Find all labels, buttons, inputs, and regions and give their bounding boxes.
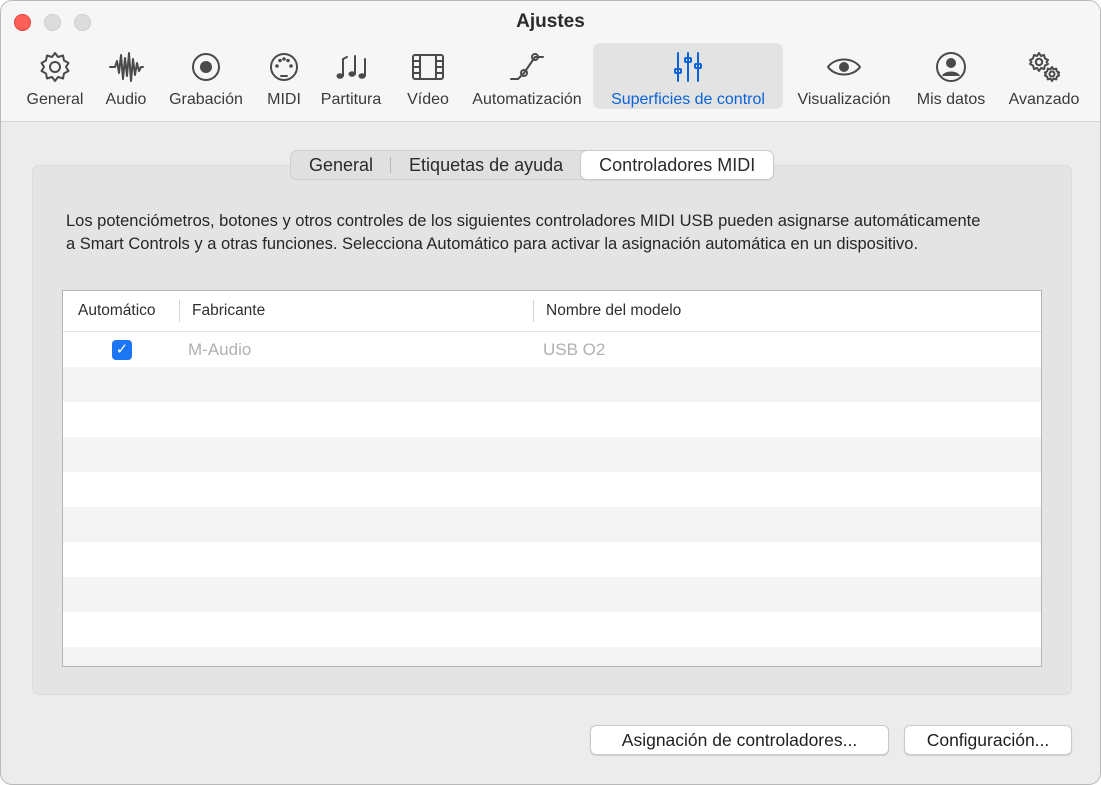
column-divider [533,300,534,322]
toolbar-item-display[interactable]: Visualización [789,43,899,109]
toolbar-item-label: MIDI [267,91,301,108]
waveform-icon [109,52,144,82]
column-header-manufacturer[interactable]: Fabricante [192,291,265,331]
settings-window: Ajustes General Audio Grabación MIDI Par… [0,0,1101,785]
column-header-model-name[interactable]: Nombre del modelo [546,291,681,331]
toolbar-item-label: Vídeo [407,91,449,108]
music-notes-icon [336,55,366,79]
toolbar-item-label: Avanzado [1008,91,1080,108]
setup-button[interactable]: Configuración... [904,725,1072,755]
toolbar-item-recording[interactable]: Grabación [161,43,251,109]
table-header: Automático Fabricante Nombre del modelo [63,291,1041,332]
toolbar-item-label: Grabación [169,91,243,108]
gears-icon [1029,52,1061,82]
automation-curve-icon [510,53,544,80]
tab-bar: General Etiquetas de ayuda Controladores… [290,150,775,180]
toolbar-item-video[interactable]: Vídeo [399,43,457,109]
toolbar-item-my-info[interactable]: Mis datos [907,43,995,109]
record-icon [192,53,220,81]
column-divider [179,300,180,322]
description-text: Los potenciómetros, botones y otros cont… [66,212,981,253]
toolbar-item-automation[interactable]: Automatización [463,43,591,109]
tab-general[interactable]: General [291,151,392,179]
sliders-icon [674,52,702,82]
toolbar-item-general[interactable]: General [15,43,95,109]
gear-icon [40,52,70,82]
automatic-checkbox[interactable]: ✓ [112,340,132,360]
empty-table-row [63,437,1041,472]
toolbar-item-control-surfaces[interactable]: Superficies de control [593,43,783,109]
eye-icon [827,58,861,76]
title-bar: Ajustes General Audio Grabación MIDI Par… [1,1,1100,122]
toolbar-item-score[interactable]: Partitura [315,43,387,109]
toolbar-item-audio[interactable]: Audio [97,43,155,109]
midi-port-icon [270,53,298,81]
table-row[interactable]: ✓ M-Audio USB O2 [63,332,1041,367]
person-icon [936,52,966,82]
toolbar-item-label: General [26,91,84,108]
empty-table-row [63,542,1041,577]
toolbar-item-label: Mis datos [916,91,986,108]
film-icon [412,54,444,80]
empty-table-row [63,647,1041,666]
toolbar-item-advanced[interactable]: Avanzado [1001,43,1087,109]
empty-table-row [63,472,1041,507]
toolbar-item-label: Audio [105,91,147,108]
empty-table-row [63,402,1041,437]
toolbar-item-midi[interactable]: MIDI [257,43,311,109]
tab-help-tags[interactable]: Etiquetas de ayuda [391,151,581,179]
tab-midi-controllers[interactable]: Controladores MIDI [581,151,774,179]
empty-table-row [63,507,1041,542]
toolbar-item-label: Superficies de control [611,91,765,108]
toolbar-item-label: Visualización [797,91,891,108]
window-title: Ajustes [516,11,585,32]
empty-table-row [63,577,1041,612]
empty-table-row [63,367,1041,402]
toolbar-item-label: Partitura [320,91,382,108]
toolbar-item-label: Automatización [472,91,582,108]
controllers-table: Automático Fabricante Nombre del modelo … [62,290,1042,667]
model-cell: USB O2 [543,340,606,359]
manufacturer-cell: M-Audio [188,340,252,359]
column-header-automatic[interactable]: Automático [78,291,156,331]
empty-table-row [63,612,1041,647]
controller-assignments-button[interactable]: Asignación de controladores... [590,725,889,755]
